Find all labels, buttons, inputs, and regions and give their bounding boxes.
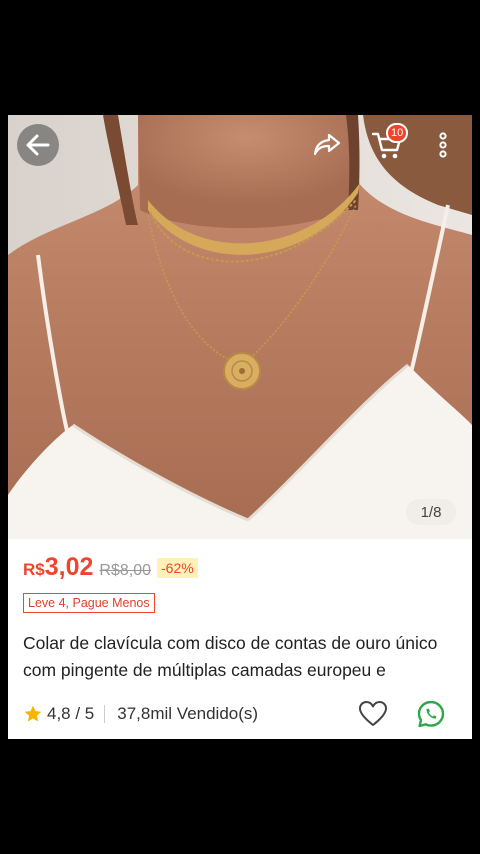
star-icon [24, 705, 42, 722]
current-price: 3,02 [44, 553, 94, 581]
sold-count: 37,8mil Vendido(s) [117, 704, 259, 723]
product-title: Colar de clavícula com disco de contas d… [23, 633, 438, 680]
product-image-gallery[interactable]: 10 1/8 [8, 115, 472, 539]
price-currency: R$ [23, 560, 45, 579]
product-photo [8, 115, 472, 539]
rating-value: 4,8 / 5 [47, 704, 95, 723]
rating-sales-row: 4,8 / 5 37,8mil Vendido(s) [23, 699, 463, 729]
product-page: 10 1/8 R$ 3,02 R$8,00 -62% Leve 4, Pague… [8, 115, 472, 739]
divider [104, 705, 106, 723]
back-button[interactable] [17, 124, 59, 166]
share-button[interactable] [306, 124, 348, 166]
more-vertical-icon [439, 132, 447, 158]
discount-badge: -62% [157, 558, 198, 578]
arrow-left-icon [26, 134, 50, 156]
more-options-button[interactable] [422, 124, 464, 166]
cart-count-badge: 10 [386, 123, 409, 143]
promo-tag[interactable]: Leve 4, Pague Menos [23, 593, 155, 613]
whatsapp-icon[interactable] [416, 699, 446, 729]
image-pager: 1/8 [406, 499, 456, 525]
price-row: R$ 3,02 R$8,00 -62% [23, 553, 198, 582]
share-icon [313, 133, 341, 156]
heart-icon[interactable] [358, 699, 388, 729]
original-price: R$8,00 [99, 562, 151, 579]
